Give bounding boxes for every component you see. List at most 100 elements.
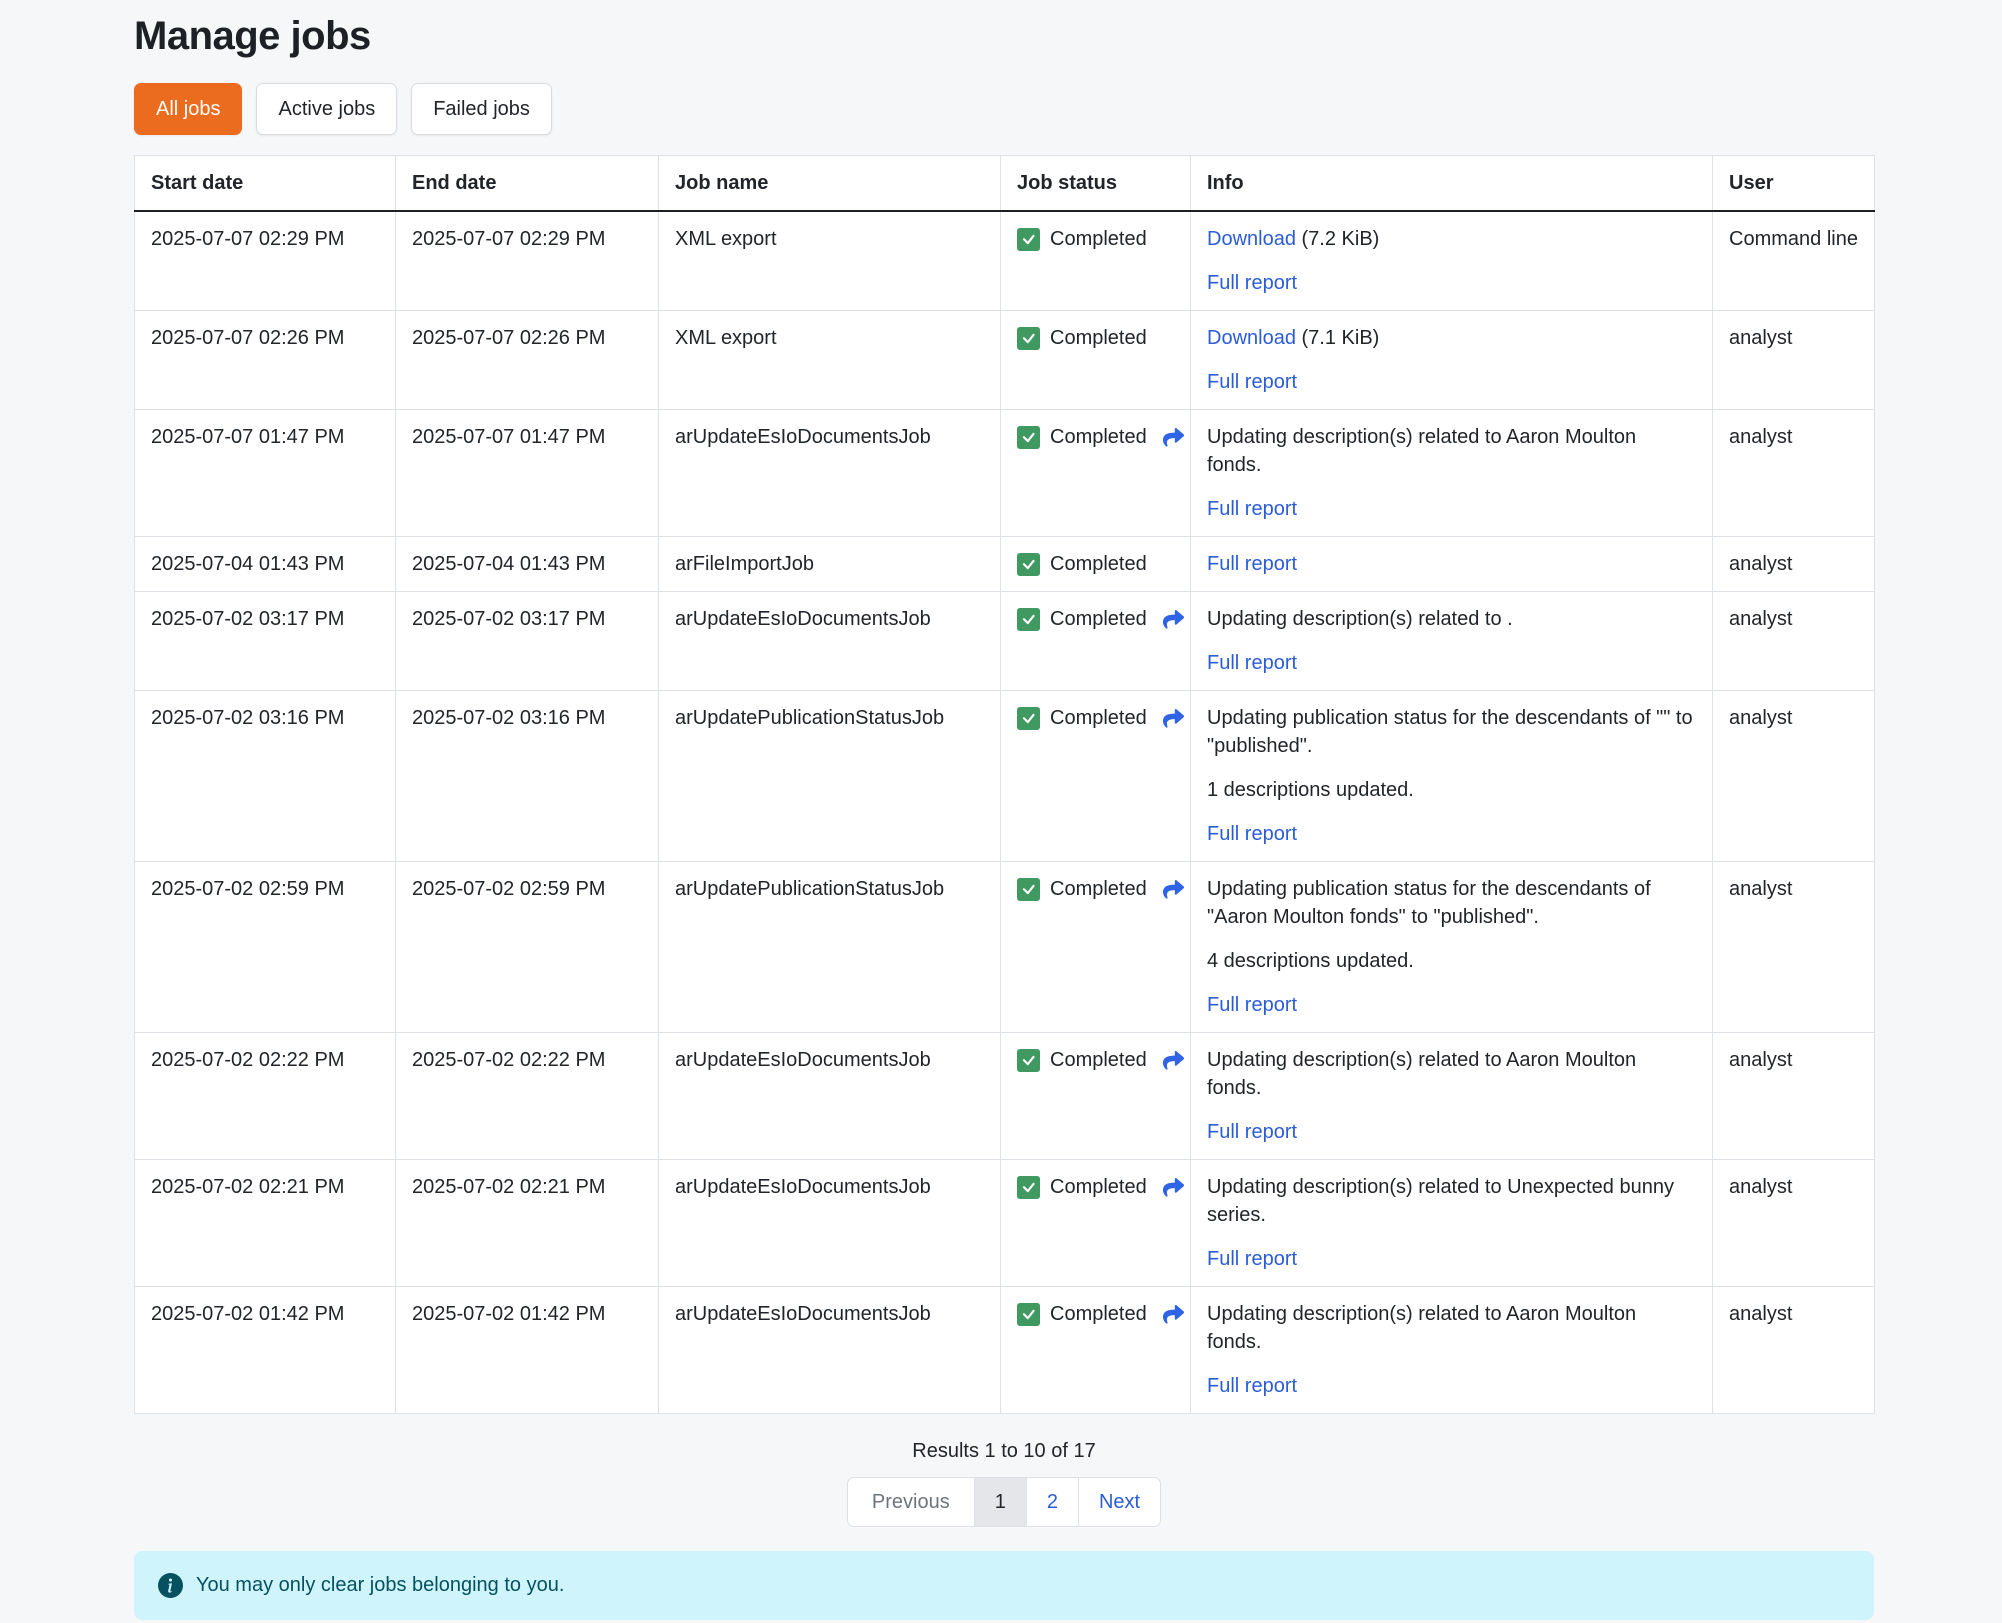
job-name-cell: arUpdateEsIoDocumentsJob [659,410,1001,537]
user-cell: analyst [1713,691,1875,862]
user-cell: analyst [1713,862,1875,1033]
filter-failed-jobs-button[interactable]: Failed jobs [411,83,552,135]
table-row: 2025-07-02 03:17 PM2025-07-02 03:17 PMar… [135,592,1875,691]
jobs-table: Start date End date Job name Job status … [134,155,1875,1414]
full-report-link[interactable]: Full report [1207,272,1297,294]
table-row: 2025-07-02 03:16 PM2025-07-02 03:16 PMar… [135,691,1875,862]
info-cell: Download (7.1 KiB) Full report [1191,311,1713,410]
results-count: Results 1 to 10 of 17 [134,1440,1874,1463]
filter-all-jobs-button[interactable]: All jobs [134,83,242,135]
table-row: 2025-07-02 02:22 PM2025-07-02 02:22 PMar… [135,1033,1875,1160]
manage-jobs-page: Manage jobs All jobs Active jobs Failed … [0,0,2002,1623]
info-cell: Updating description(s) related to Aaron… [1191,410,1713,537]
job-status-cell: Completed [1001,592,1191,691]
job-status-cell: Completed [1001,691,1191,862]
pagination-wrap: Previous 1 2 Next [134,1477,1874,1527]
job-name-cell: arUpdateEsIoDocumentsJob [659,592,1001,691]
status-label: Completed [1050,605,1147,633]
job-status-cell: Completed [1001,410,1191,537]
download-link[interactable]: Download [1207,327,1296,349]
job-name-cell: XML export [659,211,1001,311]
full-report-link[interactable]: Full report [1207,498,1297,520]
full-report-link[interactable]: Full report [1207,823,1297,845]
status-line: Completed [1017,605,1174,633]
status-line: Completed [1017,1046,1174,1074]
full-report-line: Full report [1207,368,1696,396]
pagination: Previous 1 2 Next [847,1477,1161,1527]
end-date-cell: 2025-07-07 02:26 PM [396,311,659,410]
user-cell: analyst [1713,537,1875,592]
check-square-icon [1017,553,1040,576]
check-square-icon [1017,327,1040,350]
status-line: Completed [1017,1300,1174,1328]
job-name-cell: arUpdateEsIoDocumentsJob [659,1033,1001,1160]
pagination-previous[interactable]: Previous [847,1477,975,1527]
check-square-icon [1017,878,1040,901]
pagination-next[interactable]: Next [1078,1477,1161,1527]
status-line: Completed [1017,704,1174,732]
end-date-cell: 2025-07-02 01:42 PM [396,1287,659,1414]
full-report-line: Full report [1207,1245,1696,1273]
col-header-start-date: Start date [135,156,396,212]
col-header-end-date: End date [396,156,659,212]
share-arrow-icon[interactable] [1161,1050,1186,1071]
info-cell: Download (7.2 KiB)Full report [1191,211,1713,311]
user-cell: analyst [1713,311,1875,410]
table-row: 2025-07-02 02:21 PM2025-07-02 02:21 PMar… [135,1160,1875,1287]
info-text: Updating publication status for the desc… [1207,704,1696,760]
job-status-cell: Completed [1001,1033,1191,1160]
info-cell: Updating description(s) related to Aaron… [1191,1287,1713,1414]
full-report-link[interactable]: Full report [1207,994,1297,1016]
full-report-link[interactable]: Full report [1207,1248,1297,1270]
user-cell: analyst [1713,1287,1875,1414]
user-cell: analyst [1713,410,1875,537]
start-date-cell: 2025-07-02 02:59 PM [135,862,396,1033]
full-report-link[interactable]: Full report [1207,652,1297,674]
share-arrow-icon[interactable] [1161,1177,1186,1198]
end-date-cell: 2025-07-07 02:29 PM [396,211,659,311]
user-cell: Command line [1713,211,1875,311]
status-label: Completed [1050,324,1147,352]
info-cell: Updating publication status for the desc… [1191,862,1713,1033]
start-date-cell: 2025-07-02 01:42 PM [135,1287,396,1414]
full-report-link[interactable]: Full report [1207,553,1297,575]
table-header-row: Start date End date Job name Job status … [135,156,1875,212]
job-name-cell: arUpdateEsIoDocumentsJob [659,1287,1001,1414]
download-size: (7.1 KiB) [1296,327,1379,349]
filter-active-jobs-button[interactable]: Active jobs [256,83,397,135]
download-link[interactable]: Download [1207,228,1296,250]
check-square-icon [1017,1176,1040,1199]
full-report-link[interactable]: Full report [1207,1375,1297,1397]
download-line: Download (7.1 KiB) [1207,324,1696,352]
full-report-link[interactable]: Full report [1207,371,1297,393]
full-report-link[interactable]: Full report [1207,1121,1297,1143]
share-arrow-icon[interactable] [1161,427,1186,448]
status-label: Completed [1050,1173,1147,1201]
info-text: Updating description(s) related to Unexp… [1207,1173,1696,1229]
job-name-cell: XML export [659,311,1001,410]
job-status-cell: Completed [1001,311,1191,410]
info-cell: Full report [1191,537,1713,592]
job-name-cell: arUpdatePublicationStatusJob [659,862,1001,1033]
status-line: Completed [1017,225,1174,253]
info-cell: Updating description(s) related to .Full… [1191,592,1713,691]
start-date-cell: 2025-07-07 02:26 PM [135,311,396,410]
start-date-cell: 2025-07-02 03:17 PM [135,592,396,691]
info-text: Updating description(s) related to Aaron… [1207,1300,1696,1356]
info-text: Updating publication status for the desc… [1207,875,1696,931]
share-arrow-icon[interactable] [1161,708,1186,729]
check-square-icon [1017,608,1040,631]
info-text: 4 descriptions updated. [1207,947,1696,975]
col-header-info: Info [1191,156,1713,212]
share-arrow-icon[interactable] [1161,1304,1186,1325]
share-arrow-icon[interactable] [1161,609,1186,630]
job-status-cell: Completed [1001,537,1191,592]
pagination-page-1[interactable]: 1 [974,1477,1027,1527]
pagination-page-2[interactable]: 2 [1026,1477,1079,1527]
share-arrow-icon[interactable] [1161,879,1186,900]
full-report-line: Full report [1207,550,1696,578]
info-text: Updating description(s) related to Aaron… [1207,423,1696,479]
end-date-cell: 2025-07-02 03:17 PM [396,592,659,691]
check-square-icon [1017,1303,1040,1326]
info-circle-icon [158,1573,183,1598]
